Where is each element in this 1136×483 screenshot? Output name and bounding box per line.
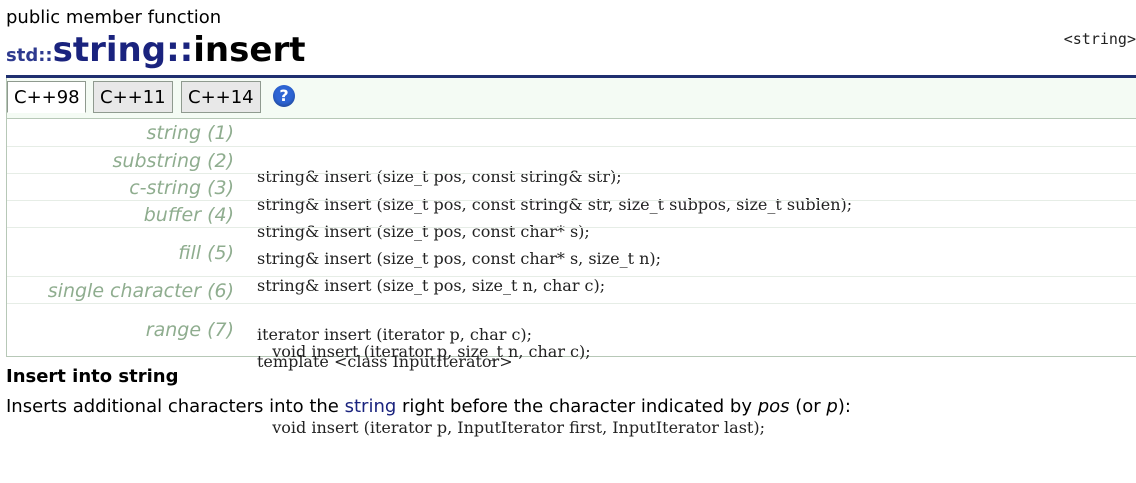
string-link[interactable]: string: [345, 396, 397, 417]
standard-version-tabs: C++98 C++11 C++14 ?: [6, 78, 1136, 118]
signature-code: template <class InputIterator> void inse…: [257, 352, 765, 437]
member-kind-label: public member function: [6, 7, 222, 28]
namespace-link[interactable]: std::: [6, 45, 53, 66]
tab-cpp98[interactable]: C++98: [7, 81, 86, 113]
header-file-ref[interactable]: <string>: [1064, 30, 1136, 48]
desc-text: (or: [789, 396, 827, 417]
signature-label: fill (5): [178, 242, 234, 264]
function-name: insert: [193, 30, 306, 70]
tab-cpp14[interactable]: C++14: [181, 81, 261, 113]
desc-text: right before the character indicated by: [396, 396, 758, 417]
signature-row: fill (5) string& insert (size_t pos, siz…: [7, 227, 1136, 361]
signature-row: buffer (4) string& insert (size_t pos, c…: [7, 200, 1136, 268]
signature-row: c-string (3) string& insert (size_t pos,…: [7, 173, 1136, 241]
desc-text: ):: [837, 396, 851, 417]
signature-table: string (1) string& insert (size_t pos, c…: [6, 118, 1136, 437]
scope-separator: ::: [166, 30, 194, 70]
desc-text: Inserts additional characters into the: [6, 396, 345, 417]
section-title: Insert into string: [6, 366, 179, 387]
description: Inserts additional characters into the s…: [6, 396, 851, 417]
signature-row: single character (6) iterator insert (it…: [7, 276, 1136, 344]
page-title: std::string::insert: [6, 30, 305, 76]
signature-label: single character (6): [47, 280, 234, 302]
signature-label: buffer (4): [143, 204, 234, 226]
signature-row: range (7) template <class InputIterator>…: [7, 303, 1136, 437]
help-icon[interactable]: ?: [273, 85, 295, 107]
signature-label: c-string (3): [129, 177, 234, 199]
param-pos: pos: [757, 396, 790, 417]
signature-row: substring (2) string& insert (size_t pos…: [7, 146, 1136, 214]
param-p: p: [826, 396, 838, 417]
signature-label: string (1): [146, 122, 235, 144]
tab-cpp11[interactable]: C++11: [93, 81, 173, 113]
class-name-link[interactable]: string: [53, 30, 166, 70]
signature-label: range (7): [145, 319, 234, 341]
signature-label: substring (2): [112, 150, 235, 172]
signature-row: string (1) string& insert (size_t pos, c…: [7, 119, 1136, 186]
